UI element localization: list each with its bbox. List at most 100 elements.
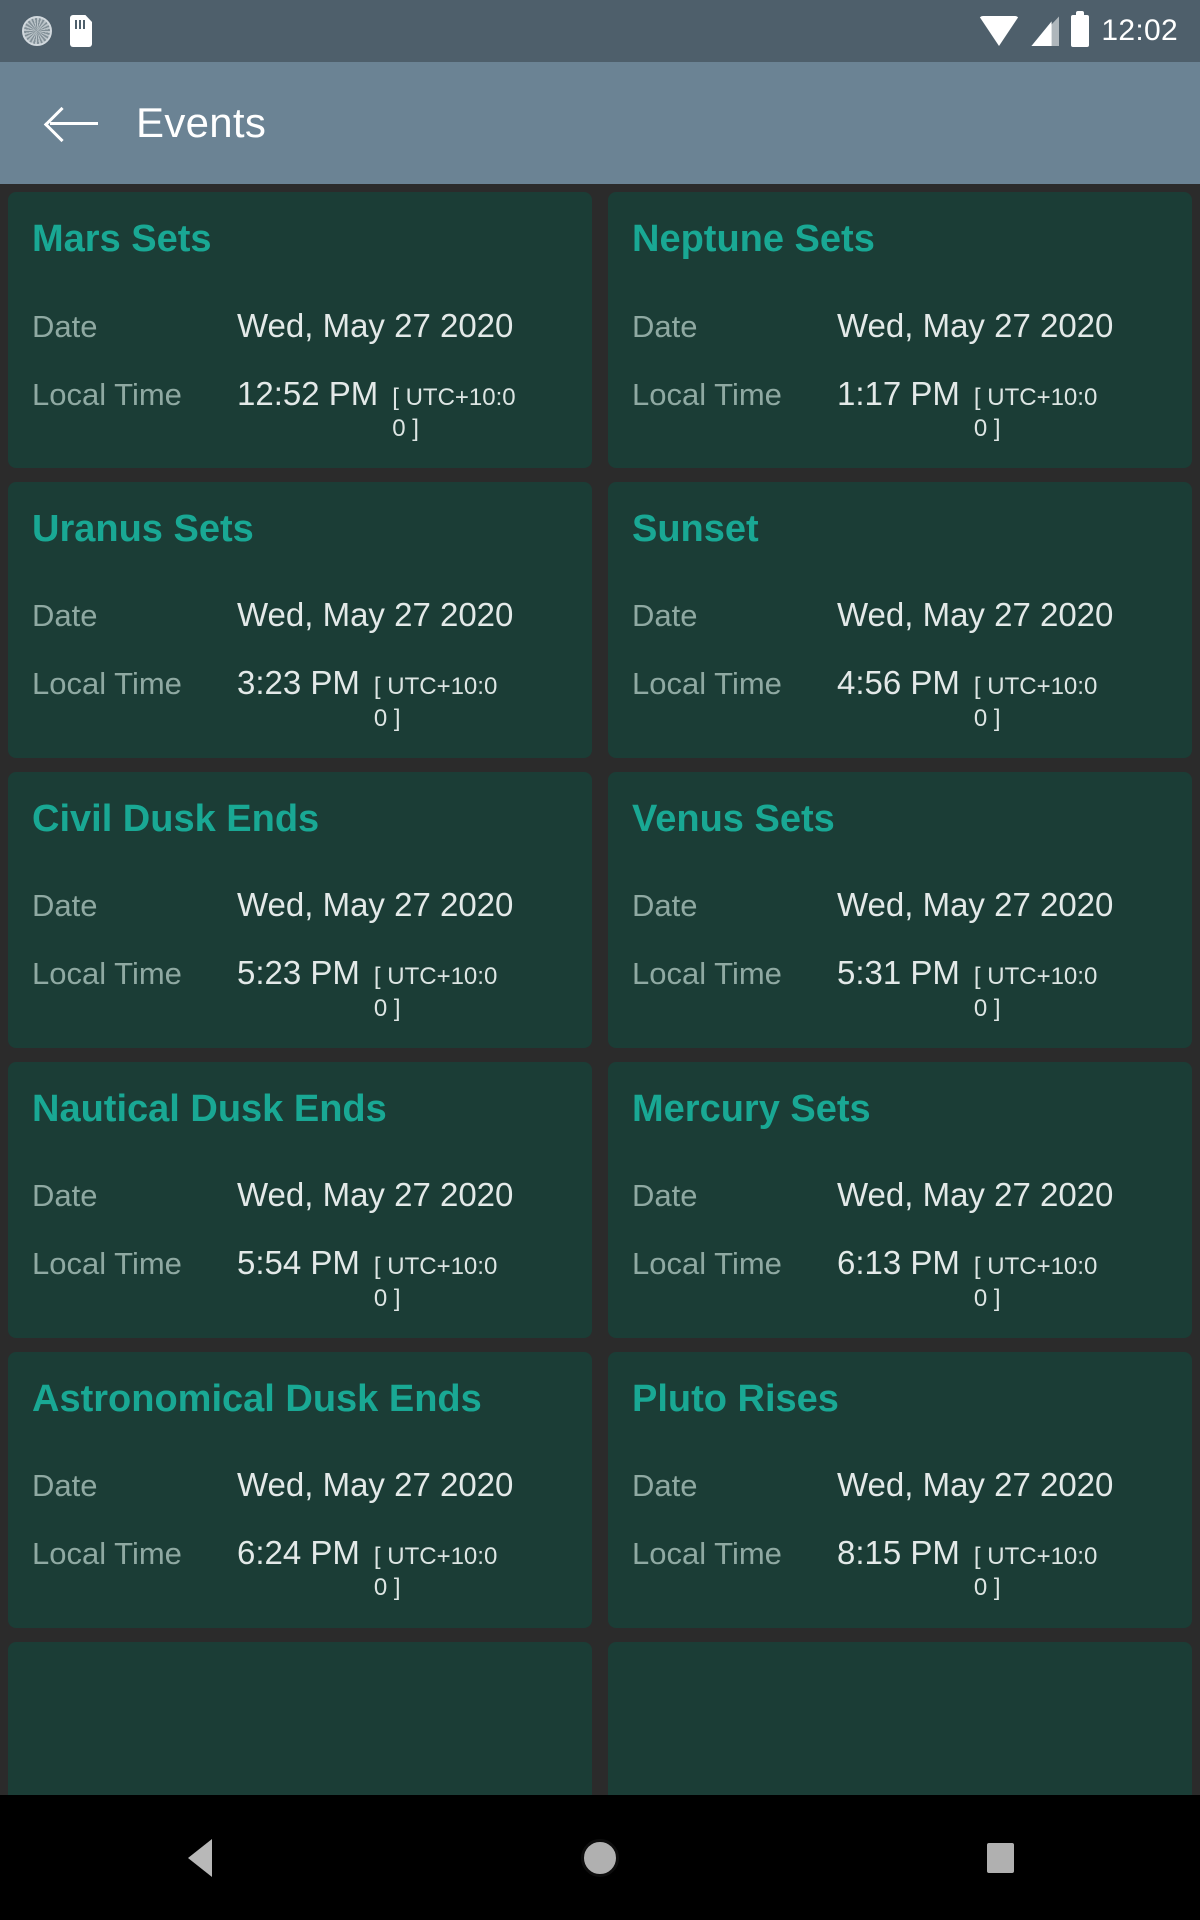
event-title: Sunset: [632, 507, 759, 550]
event-title: Mars Sets: [32, 218, 212, 260]
event-card[interactable]: Mercury Sets Date Wed, May 27 2020 Local Ti…: [608, 1061, 1192, 1338]
local-time-label: Local Time: [632, 666, 782, 702]
event-local-time-row: Local Time 6:13 PM [ UTC+10:00 ]: [632, 1242, 1168, 1313]
event-local-time-row: Local Time 5:54 PM [ UTC+10:00 ]: [32, 1242, 568, 1313]
event-date-row: Date Wed, May 27 2020: [32, 594, 568, 652]
local-time-value: 4:56 PM: [837, 664, 960, 702]
utc-offset-value: [ UTC+10:00 ]: [373, 1543, 498, 1602]
event-date-row: Date Wed, May 27 2020: [632, 594, 1168, 652]
date-label: Date: [32, 1178, 98, 1214]
event-date-row: [32, 1712, 568, 1770]
date-value: Wed, May 27 2020: [837, 886, 1114, 924]
local-time-label: Local Time: [32, 376, 182, 412]
date-label: Date: [632, 308, 698, 344]
signal-icon: [1031, 16, 1059, 46]
local-time-value: 6:13 PM: [837, 1244, 960, 1282]
local-time-value: 5:23 PM: [237, 954, 360, 992]
event-title: Astronomical Dusk Ends: [32, 1377, 482, 1420]
date-label: Date: [632, 1468, 698, 1504]
nav-back-icon: [188, 1838, 212, 1877]
event-card[interactable]: Astronomical Dusk Ends Date Wed, May 27 20…: [8, 1351, 592, 1628]
event-local-time-row: Local Time 4:56 PM [ UTC+10:00 ]: [632, 662, 1168, 733]
event-title: Venus Sets: [632, 797, 835, 840]
local-time-value: 8:15 PM: [837, 1534, 960, 1572]
event-card[interactable]: Nautical Dusk Ends Date Wed, May 27 2020 Lo…: [8, 1061, 592, 1338]
utc-offset-value: [ UTC+10:00 ]: [973, 673, 1098, 732]
event-card[interactable]: Venus Sets Date Wed, May 27 2020 Local Time…: [608, 771, 1192, 1048]
nav-recent-icon: [986, 1842, 1014, 1873]
local-time-label: Local Time: [632, 1536, 782, 1572]
local-time-value: 5:31 PM: [837, 954, 960, 992]
local-time-label: Local Time: [32, 956, 182, 992]
event-date-row: [632, 1712, 1168, 1770]
utc-offset-value: [ UTC+10:00 ]: [373, 1253, 498, 1312]
event-date-row: Date Wed, May 27 2020: [32, 884, 568, 942]
event-card[interactable]: Pluto Rises Date Wed, May 27 2020 Local Tim…: [608, 1351, 1192, 1628]
event-title: Mercury Sets: [632, 1087, 871, 1130]
date-value: Wed, May 27 2020: [837, 306, 1114, 344]
date-label: Date: [632, 1178, 698, 1214]
utc-offset-value: [ UTC+10:00 ]: [373, 963, 498, 1022]
status-bar-clock: 12:02: [1101, 14, 1178, 47]
event-local-time-row: Local Time 1:17 PM [ UTC+10:00 ]: [632, 373, 1168, 444]
utc-offset-value: [ UTC+10:00 ]: [973, 963, 1098, 1022]
events-list[interactable]: Mars Sets Date Wed, May 27 2020 Local Time 1…: [0, 184, 1200, 1920]
date-label: Date: [632, 888, 698, 924]
nav-home-button[interactable]: [540, 1823, 660, 1893]
event-title: Uranus Sets: [32, 507, 254, 550]
event-title: Civil Dusk Ends: [32, 797, 320, 840]
event-card[interactable]: Neptune Sets Date Wed, May 27 2020 Local Ti…: [608, 192, 1192, 468]
local-time-label: Local Time: [32, 666, 182, 702]
local-time-label: Local Time: [632, 956, 782, 992]
local-time-value: 12:52 PM: [237, 374, 379, 412]
date-label: Date: [32, 598, 98, 634]
event-date-row: Date Wed, May 27 2020: [32, 305, 568, 363]
date-value: Wed, May 27 2020: [837, 596, 1114, 634]
event-title: Nautical Dusk Ends: [32, 1087, 387, 1130]
back-arrow-icon[interactable]: [48, 101, 100, 145]
event-local-time-row: Local Time 5:23 PM [ UTC+10:00 ]: [32, 952, 568, 1023]
local-time-value: 1:17 PM: [837, 374, 960, 412]
app-bar: Events: [0, 62, 1200, 184]
sdcard-icon: [70, 15, 92, 47]
event-date-row: Date Wed, May 27 2020: [632, 884, 1168, 942]
utc-offset-value: [ UTC+10:00 ]: [973, 1543, 1098, 1602]
utc-offset-value: [ UTC+10:00 ]: [373, 673, 498, 732]
date-label: Date: [32, 1468, 98, 1504]
status-bar: 12:02: [0, 0, 1200, 62]
status-bar-left-icons: [22, 15, 92, 47]
date-label: Date: [32, 308, 98, 344]
utc-offset-value: [ UTC+10:00 ]: [973, 383, 1098, 442]
local-time-label: Local Time: [32, 1536, 182, 1572]
date-value: Wed, May 27 2020: [837, 1176, 1114, 1214]
date-value: Wed, May 27 2020: [237, 1466, 514, 1504]
event-card[interactable]: Civil Dusk Ends Date Wed, May 27 2020 Local…: [8, 771, 592, 1048]
utc-offset-value: [ UTC+10:00 ]: [392, 383, 516, 442]
local-time-label: Local Time: [632, 1246, 782, 1282]
system-navigation-bar: [0, 1795, 1200, 1920]
battery-icon: [1071, 11, 1090, 47]
event-date-row: Date Wed, May 27 2020: [632, 305, 1168, 363]
event-local-time-row: Local Time 8:15 PM [ UTC+10:00 ]: [632, 1532, 1168, 1603]
nav-back-button[interactable]: [140, 1823, 260, 1893]
event-card[interactable]: Uranus Sets Date Wed, May 27 2020 Local Tim…: [8, 481, 592, 758]
date-label: Date: [632, 598, 698, 634]
event-date-row: Date Wed, May 27 2020: [32, 1464, 568, 1522]
date-label: Date: [32, 888, 98, 924]
event-local-time-row: Local Time 5:31 PM [ UTC+10:00 ]: [632, 952, 1168, 1023]
event-title: Pluto Rises: [632, 1377, 839, 1420]
nav-recent-button[interactable]: [940, 1823, 1060, 1893]
date-value: Wed, May 27 2020: [237, 306, 514, 344]
event-date-row: Date Wed, May 27 2020: [32, 1174, 568, 1232]
wifi-icon: [979, 16, 1020, 46]
event-date-row: Date Wed, May 27 2020: [632, 1174, 1168, 1232]
event-date-row: Date Wed, May 27 2020: [632, 1464, 1168, 1522]
event-card[interactable]: Mars Sets Date Wed, May 27 2020 Local Time 1…: [8, 192, 592, 468]
app-screen: 12:02 Events Mars Sets Date Wed, May 27 20…: [0, 0, 1200, 1920]
event-card[interactable]: Sunset Date Wed, May 27 2020 Local Time 4:56…: [608, 481, 1192, 758]
event-local-time-row: Local Time 3:23 PM [ UTC+10:00 ]: [32, 662, 568, 733]
date-value: Wed, May 27 2020: [837, 1466, 1114, 1504]
date-value: Wed, May 27 2020: [237, 1176, 514, 1214]
utc-offset-value: [ UTC+10:00 ]: [973, 1253, 1098, 1312]
local-time-label: Local Time: [32, 1246, 182, 1282]
